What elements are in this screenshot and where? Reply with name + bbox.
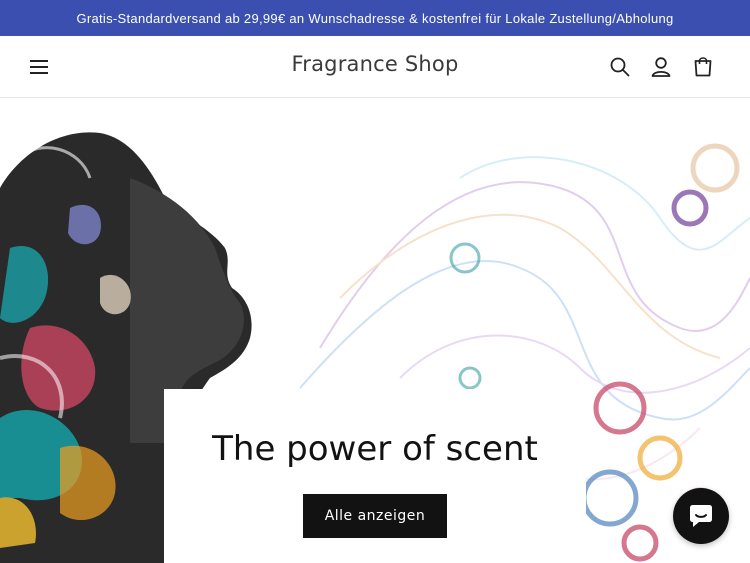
chat-button[interactable] (673, 488, 729, 544)
cart-icon[interactable] (688, 52, 718, 82)
view-all-button[interactable]: Alle anzeigen (303, 494, 447, 538)
chat-icon (690, 505, 712, 527)
hero-content-box: The power of scent Alle anzeigen (164, 389, 586, 563)
site-header: Fragrance Shop (0, 36, 750, 98)
hero-banner: The power of scent Alle anzeigen (0, 98, 750, 563)
account-icon[interactable] (646, 52, 676, 82)
shop-logo[interactable]: Fragrance Shop (0, 52, 750, 76)
search-icon[interactable] (605, 52, 635, 82)
hero-title: The power of scent (212, 429, 538, 469)
announcement-bar[interactable]: Gratis-Standardversand ab 29,99€ an Wuns… (0, 0, 750, 36)
announcement-text[interactable]: Gratis-Standardversand ab 29,99€ an Wuns… (76, 11, 673, 26)
